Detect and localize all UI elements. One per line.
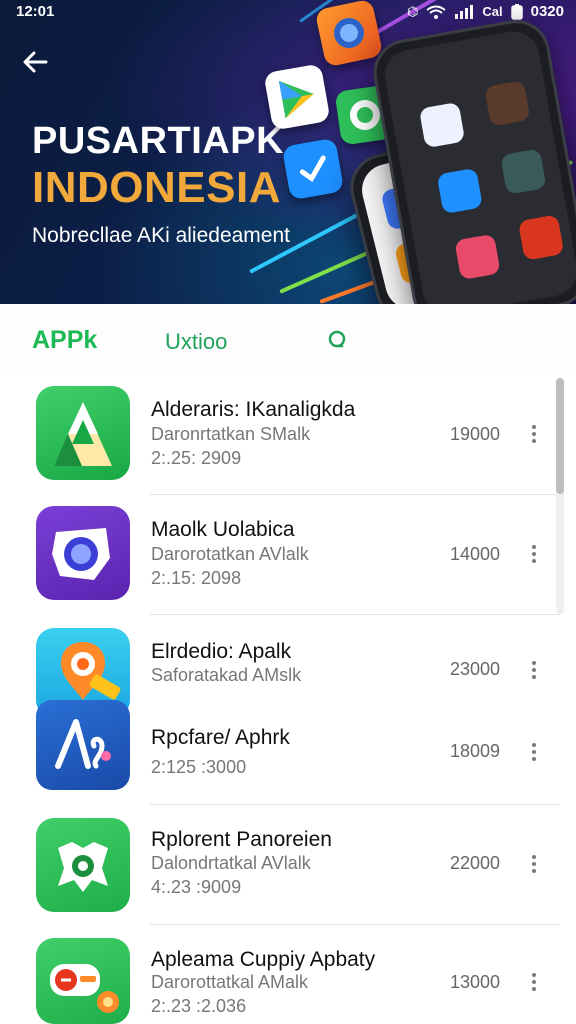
app-date: 2:.15: 2098: [151, 568, 242, 588]
tab-apk[interactable]: APPk: [32, 326, 97, 355]
app-name[interactable]: Maolk Uolabica: [151, 518, 295, 542]
back-arrow-icon[interactable]: [18, 44, 54, 80]
divider: [150, 614, 560, 615]
signal-icon: [455, 4, 474, 19]
app-size: 23000: [450, 659, 501, 679]
app-name[interactable]: Apleama Cuppiy Apbaty: [151, 948, 375, 972]
carrier-label: Cal: [482, 4, 503, 19]
app-size: 19000: [450, 424, 501, 444]
app-name[interactable]: Elrdedio: Apalk: [151, 640, 291, 664]
divider: [150, 494, 560, 495]
app-name[interactable]: Rplorent Panoreien: [151, 828, 332, 852]
hero-tagline: Nobrecllae AKi aliedeament: [32, 224, 290, 247]
status-time: 12:01: [16, 3, 55, 20]
mockup-app-tile: [418, 101, 466, 149]
scrollbar-thumb[interactable]: [556, 378, 564, 494]
shield-badge-icon[interactable]: [36, 818, 130, 912]
tab-bar: APPk Uxtioo: [0, 304, 576, 376]
hero-title: PUSARTIAPK: [32, 120, 285, 162]
mockup-app-tile: [436, 167, 483, 215]
app-name[interactable]: Rpcfare/ Aphrk: [151, 726, 290, 750]
floating-globe-icon: [314, 0, 384, 68]
app-developer: Daronrtatkan SMalk: [151, 424, 311, 444]
floating-play-icon: [263, 63, 331, 131]
divider: [150, 804, 560, 805]
app-date: 2:125 :3000: [151, 757, 247, 777]
app-size: 13000: [450, 972, 501, 992]
script-a-icon[interactable]: [36, 700, 130, 790]
mockup-app-tile: [517, 214, 565, 261]
more-options-icon[interactable]: [524, 658, 544, 682]
camera-lens-icon[interactable]: [36, 506, 130, 600]
nfc-icon: ⌬: [407, 3, 419, 19]
app-date: 2:.23 :2.036: [151, 996, 247, 1016]
mockup-app-tile: [454, 233, 501, 281]
app-size: 14000: [450, 544, 501, 564]
app-developer: Darorottatkal AMalk: [151, 972, 309, 992]
tab-update[interactable]: Uxtioo: [165, 329, 227, 355]
search-icon[interactable]: [326, 328, 350, 352]
hero-banner: 12:01 ⌬ Cal 0320 PUSARTIAPK INDONESIA No…: [0, 0, 576, 304]
hero-subtitle: INDONESIA: [32, 163, 281, 212]
mockup-app-tile: [484, 80, 531, 127]
mockup-app-tile: [500, 148, 547, 195]
app-date: 2:.25: 2909: [151, 448, 242, 468]
more-options-icon[interactable]: [524, 852, 544, 876]
battery-icon: [510, 3, 523, 20]
floating-checkmark-icon: [281, 137, 345, 201]
more-options-icon[interactable]: [524, 542, 544, 566]
app-size: 18009: [450, 741, 501, 761]
wifi-icon: [426, 5, 447, 19]
status-battery-text: 0320: [530, 3, 564, 20]
app-developer: Dalondrtatkal AVlalk: [151, 853, 311, 873]
status-bar: 12:01 ⌬ Cal 0320: [0, 0, 576, 24]
app-size: 22000: [450, 853, 501, 873]
divider: [150, 924, 560, 925]
app-developer: Saforatakad AMslk: [151, 665, 302, 685]
app-date: 4:.23 :9009: [151, 877, 242, 897]
ticket-badge-icon[interactable]: [36, 938, 130, 1024]
app-name[interactable]: Alderaris: IKanaligkda: [151, 398, 355, 422]
app-developer: Darorotatkan AVlalk: [151, 544, 309, 564]
letter-a-icon[interactable]: [36, 386, 130, 480]
more-options-icon[interactable]: [524, 970, 544, 994]
more-options-icon[interactable]: [524, 740, 544, 764]
more-options-icon[interactable]: [524, 422, 544, 446]
